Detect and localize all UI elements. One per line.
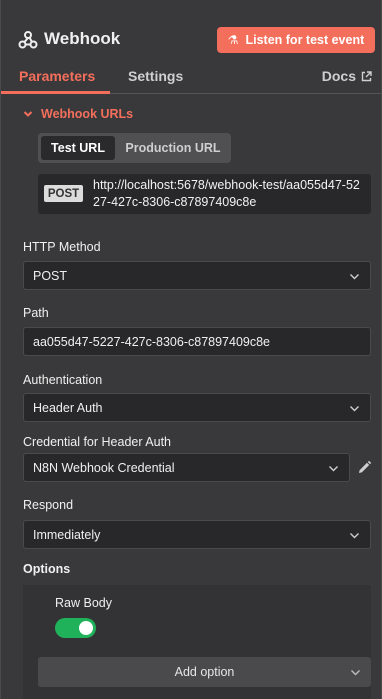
active-tab-indicator [1,91,110,94]
http-method-select[interactable]: POST [23,261,371,290]
path-input[interactable]: aa055d47-5227-427c-8306-c87897409c8e [23,327,371,356]
webhook-url-display[interactable]: POST http://localhost:5678/webhook-test/… [38,174,371,214]
authentication-label: Authentication [23,373,103,387]
credential-value: N8N Webhook Credential [33,460,175,475]
test-url-tab[interactable]: Test URL [41,136,115,160]
respond-value: Immediately [33,527,101,542]
chevron-down-icon [329,466,338,472]
raw-body-toggle[interactable] [55,618,96,638]
credential-label: Credential for Header Auth [23,435,172,449]
tab-settings[interactable]: Settings [128,68,183,84]
webhook-urls-label: Webhook URLs [41,107,134,121]
add-option-button[interactable]: Add option [38,657,371,687]
node-title: Webhook [44,29,121,48]
tab-parameters[interactable]: Parameters [19,68,95,84]
url-type-switcher: Test URL Production URL [38,133,231,163]
authentication-value: Header Auth [33,400,103,415]
listen-for-test-event-button[interactable]: ⚗ Listen for test event [217,27,375,53]
toggle-knob [79,621,93,635]
raw-body-label: Raw Body [55,596,112,610]
credential-select[interactable]: N8N Webhook Credential [23,453,350,482]
chevron-down-icon [350,406,359,412]
webhook-urls-toggle[interactable]: Webhook URLs [23,107,133,121]
node-parameters-panel: Webhook ⚗ Listen for test event Paramete… [0,0,382,699]
add-option-label: Add option [174,665,235,679]
http-method-label: HTTP Method [23,240,101,254]
chevron-down-icon [350,274,359,280]
chevron-down-icon [23,111,33,117]
respond-label: Respond [23,498,74,512]
webhook-icon [18,31,38,49]
production-url-tab[interactable]: Production URL [118,136,228,160]
respond-select[interactable]: Immediately [23,520,371,549]
path-label: Path [23,306,49,320]
chevron-down-icon [350,533,359,539]
listen-button-label: Listen for test event [245,33,365,47]
chevron-down-icon [351,670,360,676]
edit-credential-icon[interactable] [357,460,372,475]
authentication-select[interactable]: Header Auth [23,393,371,422]
method-badge: POST [44,185,83,202]
tab-docs[interactable]: Docs [322,68,372,84]
external-link-icon [361,70,372,81]
options-label: Options [23,562,71,576]
webhook-url-text[interactable]: http://localhost:5678/webhook-test/aa055… [93,177,365,211]
http-method-value: POST [33,268,68,283]
panel-header: Webhook ⚗ Listen for test event Paramete… [1,0,381,94]
docs-label: Docs [321,68,356,84]
flask-icon: ⚗ [227,33,239,47]
path-value: aa055d47-5227-427c-8306-c87897409c8e [33,334,271,349]
